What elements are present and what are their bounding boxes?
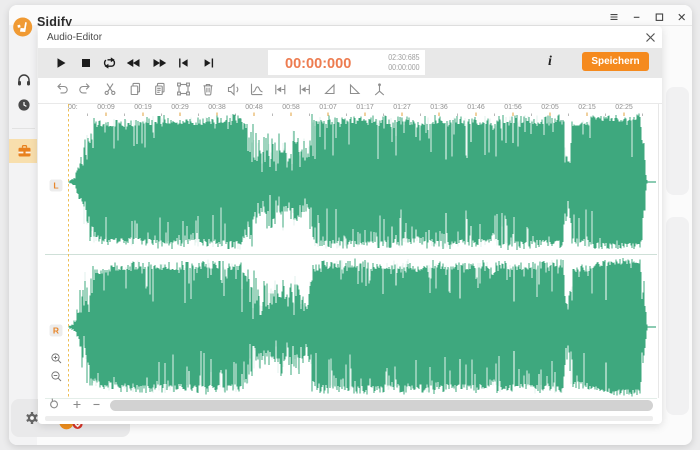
- svg-text:L: L: [53, 181, 58, 191]
- svg-text:R: R: [53, 326, 59, 336]
